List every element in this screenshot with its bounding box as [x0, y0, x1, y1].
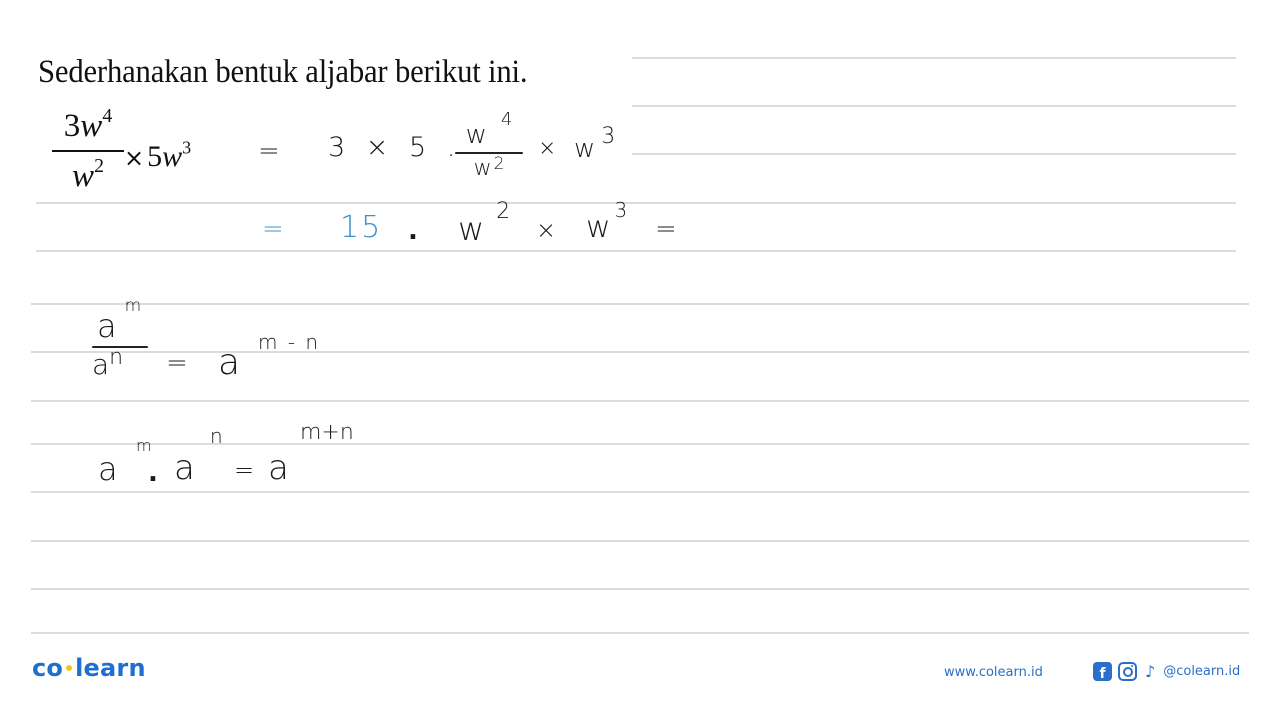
ruled-line — [36, 250, 1236, 252]
social-handle[interactable]: @colearn.id — [1163, 664, 1240, 679]
ruled-line — [632, 57, 1236, 59]
social-links: f ♪ @colearn.id — [1093, 662, 1240, 681]
ruled-line — [31, 303, 1249, 305]
ruled-line — [31, 400, 1249, 402]
colearn-logo: co learn — [32, 654, 146, 682]
ruled-line — [31, 588, 1249, 590]
ruled-line — [31, 632, 1249, 634]
equals-sign: = — [258, 136, 280, 166]
equals-sign: = — [655, 214, 677, 244]
rule-division-exponent: m - n — [258, 330, 321, 354]
ruled-line — [632, 105, 1236, 107]
rule-product-result: a — [268, 448, 289, 488]
ruled-line — [31, 351, 1249, 353]
times-sign: × — [536, 216, 557, 244]
times-sign: × — [538, 136, 557, 161]
rule-product-base-2: a — [174, 448, 195, 488]
rule-product-exp-1: m — [136, 436, 152, 455]
rule-product-base-1: a — [98, 450, 118, 488]
instagram-icon[interactable] — [1118, 662, 1137, 681]
equals-sign: = — [262, 214, 284, 244]
question-text: Sederhanakan bentuk aljabar berikut ini. — [38, 54, 528, 90]
rule-division-fraction: am an — [92, 296, 148, 382]
ruled-line — [31, 540, 1249, 542]
rule-division-result: a — [218, 342, 241, 383]
step1-fraction: w4 w2 — [455, 109, 523, 184]
fraction-bar — [52, 150, 124, 152]
equals-sign: = — [166, 348, 188, 378]
tiktok-icon[interactable]: ♪ — [1145, 662, 1155, 681]
rule-product-result-exp: m+n — [300, 420, 354, 445]
step2-term-2: w3 — [586, 198, 628, 245]
dot-sign: . — [408, 216, 418, 246]
dot-sign: . — [148, 458, 158, 488]
ruled-line — [632, 153, 1236, 155]
step2-coefficient: 15 — [340, 210, 383, 245]
equals-sign: = — [234, 456, 255, 484]
problem-factor: × 5w3 — [124, 137, 192, 173]
logo-dot — [66, 665, 73, 671]
rule-product-exp-2: n — [210, 424, 223, 448]
ruled-line — [31, 491, 1249, 493]
step1-coefficients: 3 × 5 . — [328, 132, 462, 163]
website-link[interactable]: www.colearn.id — [944, 665, 1043, 680]
step1-variable: w3 — [574, 124, 616, 164]
problem-fraction: 3w4 w2 — [52, 104, 124, 198]
ruled-line — [36, 202, 1236, 204]
problem-denominator: w2 — [72, 155, 104, 194]
problem-numerator: 3w4 — [63, 105, 113, 144]
facebook-icon[interactable]: f — [1093, 662, 1112, 681]
step2-term-1: w2 — [458, 199, 511, 248]
times-sign: × — [124, 144, 145, 172]
